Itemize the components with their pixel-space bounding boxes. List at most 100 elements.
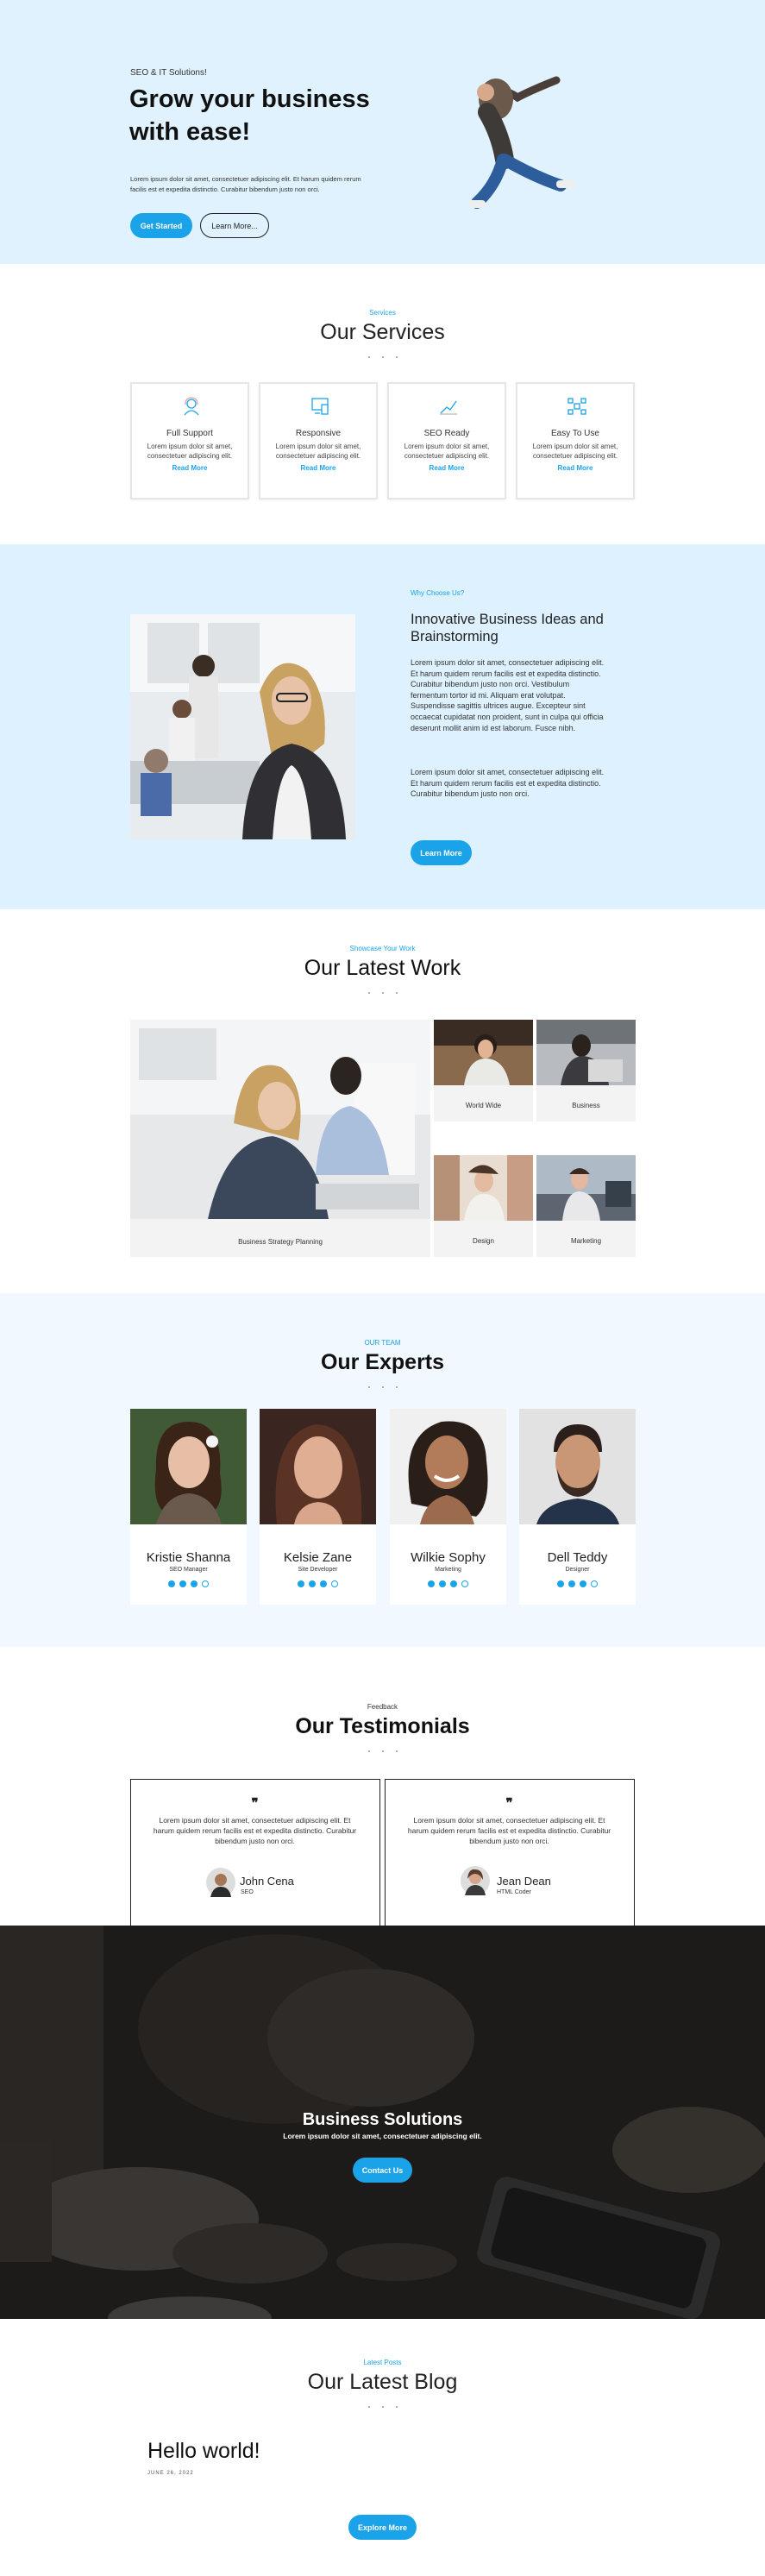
cta-title: Business Solutions bbox=[302, 2110, 463, 2129]
why-paragraph-line: Et harum quidem rerum facilis est et exp… bbox=[411, 778, 601, 788]
blog-title: Our Latest Blog bbox=[307, 2370, 458, 2394]
facebook-icon[interactable] bbox=[298, 1580, 304, 1587]
testimonial-text-line: Lorem ipsum dolor sit amet, consectetuer… bbox=[159, 1816, 351, 1825]
team-member-card: Kristie Shanna SEO Manager bbox=[130, 1409, 247, 1605]
testimonial-card: ❞ Lorem ipsum dolor sit amet, consectetu… bbox=[385, 1779, 635, 1926]
work-item-caption: World Wide bbox=[465, 1102, 502, 1109]
services-eyebrow: Services bbox=[369, 309, 396, 317]
why-paragraph-line: Lorem ipsum dolor sit amet, consectetuer… bbox=[411, 658, 605, 667]
network-icon bbox=[567, 398, 586, 415]
work-divider-dots bbox=[0, 992, 765, 994]
why-paragraph-line: Lorem ipsum dolor sit amet, consectetuer… bbox=[411, 768, 605, 776]
service-read-more-link[interactable]: Read More bbox=[517, 464, 633, 472]
service-card-text: consectetuer adipiscing elit. bbox=[404, 452, 490, 460]
learn-more-button[interactable]: Learn More... bbox=[200, 213, 269, 238]
work-item-photo bbox=[434, 1155, 533, 1221]
service-read-more-link[interactable]: Read More bbox=[260, 464, 376, 472]
explore-more-button[interactable]: Explore More bbox=[348, 2515, 417, 2540]
team-member-card: Wilkie Sophy Marketing bbox=[390, 1409, 506, 1605]
twitter-icon[interactable] bbox=[439, 1580, 446, 1587]
team-member-photo bbox=[130, 1409, 247, 1524]
twitter-icon[interactable] bbox=[568, 1580, 575, 1587]
twitter-icon[interactable] bbox=[179, 1580, 186, 1587]
avatar bbox=[206, 1868, 235, 1897]
why-paragraph: Lorem ipsum dolor sit amet, consectetuer… bbox=[411, 767, 604, 800]
team-member-social bbox=[130, 1580, 247, 1587]
work-item-caption: Business Strategy Planning bbox=[238, 1238, 323, 1246]
team-member-role: SEO Manager bbox=[169, 1567, 208, 1573]
quote-icon: ❞ bbox=[251, 1796, 259, 1811]
team-divider-dots bbox=[0, 1386, 765, 1388]
testimonial-text: Lorem ipsum dolor sit amet, consectetuer… bbox=[131, 1815, 379, 1846]
service-read-more-link[interactable]: Read More bbox=[132, 464, 248, 472]
work-item[interactable]: Design bbox=[434, 1155, 533, 1257]
youtube-icon[interactable] bbox=[320, 1580, 327, 1587]
hero-eyebrow: SEO & IT Solutions! bbox=[130, 68, 207, 78]
work-item-large[interactable]: Business Strategy Planning bbox=[130, 1020, 430, 1257]
blog-divider-dots bbox=[0, 2406, 765, 2408]
blog-post-card[interactable]: Hello world! JUNE 26, 2022 bbox=[136, 2418, 287, 2496]
work-item-photo bbox=[434, 1020, 533, 1085]
instagram-icon[interactable] bbox=[461, 1580, 468, 1587]
testimonial-name: John Cena bbox=[240, 1875, 294, 1888]
work-item-photo bbox=[130, 1020, 430, 1219]
testimonial-role: HTML Coder bbox=[497, 1889, 531, 1895]
blog-post-title[interactable]: Hello world! bbox=[147, 2439, 260, 2464]
team-section: OUR TEAM Our Experts Kristie Shanna SEO … bbox=[0, 1293, 765, 1647]
get-started-button[interactable]: Get Started bbox=[130, 213, 192, 238]
why-paragraph-line: Curabitur bibendum justo non orci. bbox=[411, 789, 530, 799]
work-item-caption: Marketing bbox=[570, 1237, 602, 1245]
twitter-icon[interactable] bbox=[309, 1580, 316, 1587]
avatar bbox=[461, 1866, 490, 1895]
instagram-icon[interactable] bbox=[202, 1580, 209, 1587]
facebook-icon[interactable] bbox=[557, 1580, 564, 1587]
hero-text: Lorem ipsum dolor sit amet, consectetuer… bbox=[130, 174, 361, 195]
work-item-photo bbox=[536, 1155, 636, 1221]
work-eyebrow: Showcase Your Work bbox=[349, 945, 416, 952]
facebook-icon[interactable] bbox=[428, 1580, 435, 1587]
team-title: Our Experts bbox=[320, 1350, 445, 1374]
team-member-role: Designer bbox=[565, 1567, 590, 1573]
instagram-icon[interactable] bbox=[331, 1580, 338, 1587]
service-read-more-link[interactable]: Read More bbox=[389, 464, 505, 472]
hero-title-line: with ease! bbox=[129, 118, 251, 146]
why-title: Innovative Business Ideas and Brainstorm… bbox=[411, 611, 604, 645]
why-paragraph-line: occaecat cupidatat non proident, sunt in… bbox=[411, 712, 604, 721]
cta-subtitle: Lorem ipsum dolor sit amet, consectetuer… bbox=[283, 2132, 482, 2140]
hero-text-line: facilis est et expedita distinctio. Cura… bbox=[130, 185, 320, 193]
service-card: Easy To Use Lorem ipsum dolor sit amet, … bbox=[516, 382, 635, 499]
cta-section: Business Solutions Lorem ipsum dolor sit… bbox=[0, 1926, 765, 2319]
why-choose-section: Why Choose Us? Innovative Business Ideas… bbox=[0, 544, 765, 909]
facebook-icon[interactable] bbox=[168, 1580, 175, 1587]
blog-section: Latest Posts Our Latest Blog Hello world… bbox=[0, 2319, 765, 2576]
youtube-icon[interactable] bbox=[450, 1580, 457, 1587]
work-item-caption: Business bbox=[572, 1102, 600, 1109]
team-member-name: Kelsie Zane bbox=[283, 1550, 353, 1565]
youtube-icon[interactable] bbox=[580, 1580, 586, 1587]
work-item-caption: Design bbox=[473, 1237, 494, 1245]
work-item[interactable]: Business bbox=[536, 1020, 636, 1122]
why-title-line: Brainstorming bbox=[411, 629, 499, 644]
why-learn-more-button[interactable]: Learn More bbox=[411, 840, 472, 865]
youtube-icon[interactable] bbox=[191, 1580, 198, 1587]
testimonial-text-line: bibendum justo non orci. bbox=[215, 1837, 295, 1845]
team-member-role: Site Developer bbox=[298, 1567, 338, 1573]
blog-post-date: JUNE 26, 2022 bbox=[147, 2471, 194, 2476]
team-member-social bbox=[260, 1580, 376, 1587]
instagram-icon[interactable] bbox=[591, 1580, 598, 1587]
work-item[interactable]: World Wide bbox=[434, 1020, 533, 1122]
team-member-social bbox=[519, 1580, 636, 1587]
work-item[interactable]: Marketing bbox=[536, 1155, 636, 1257]
testimonial-role: SEO bbox=[241, 1889, 254, 1895]
services-section: Services Our Services Full Support Lorem… bbox=[0, 264, 765, 544]
team-member-name: Wilkie Sophy bbox=[411, 1550, 486, 1565]
contact-us-button[interactable]: Contact Us bbox=[353, 2158, 412, 2183]
testimonials-eyebrow: Feedback bbox=[367, 1703, 398, 1711]
service-card: Full Support Lorem ipsum dolor sit amet,… bbox=[130, 382, 249, 499]
hero-section: SEO & IT Solutions! Grow your business w… bbox=[0, 0, 765, 264]
work-title: Our Latest Work bbox=[304, 956, 461, 980]
testimonials-title: Our Testimonials bbox=[295, 1714, 470, 1738]
service-card-text: consectetuer adipiscing elit. bbox=[147, 452, 233, 460]
team-member-photo bbox=[519, 1409, 636, 1524]
testimonial-text: Lorem ipsum dolor sit amet, consectetuer… bbox=[386, 1815, 633, 1846]
